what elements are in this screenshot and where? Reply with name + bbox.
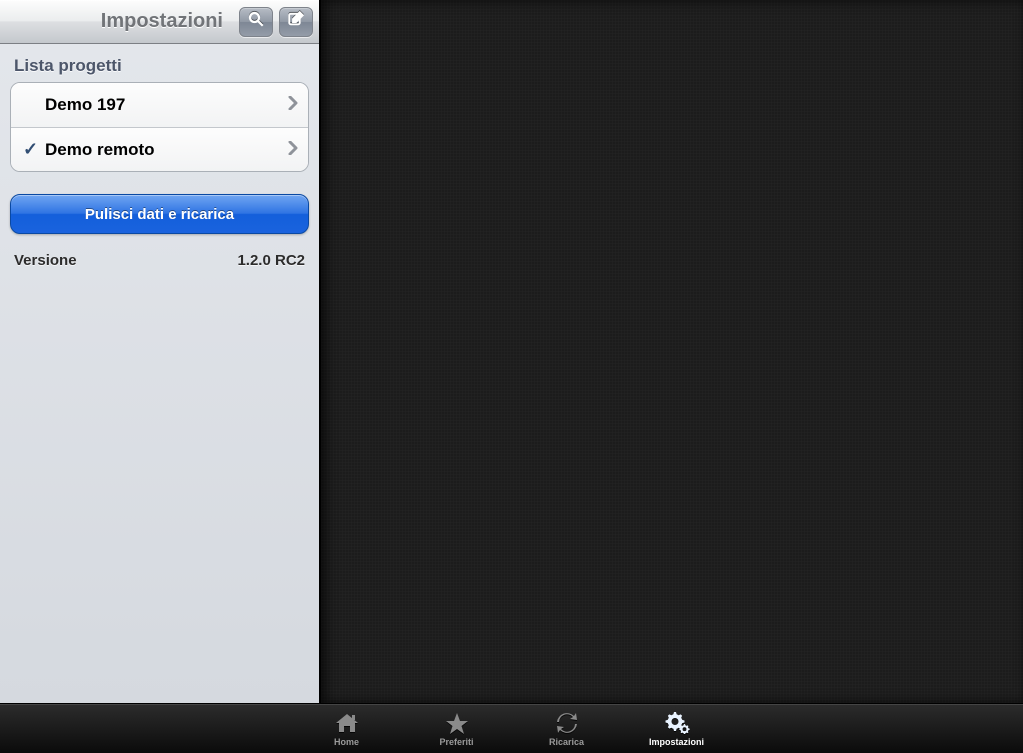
home-icon [334,711,360,735]
tab-favorites[interactable]: Preferiti [402,704,512,753]
gear-icon [663,711,691,735]
project-row-demo-remoto[interactable]: ✓ Demo remoto [11,127,308,171]
section-header-projects: Lista progetti [0,44,319,82]
tab-favorites-label: Preferiti [439,737,473,747]
detail-pane [320,0,1023,703]
project-row-label: Demo 197 [45,95,288,115]
navbar: Impostazioni [0,0,319,44]
project-list: Demo 197 ✓ Demo remoto [10,82,309,172]
refresh-icon [555,711,579,735]
tab-settings[interactable]: Impostazioni [622,704,732,753]
tabbar: Home Preferiti Ricarica [0,703,1023,753]
tab-reload[interactable]: Ricarica [512,704,622,753]
star-icon [444,711,470,735]
version-value: 1.2.0 RC2 [237,252,305,269]
project-row-demo197[interactable]: Demo 197 [11,83,308,127]
split-view: Impostazioni [0,0,1023,703]
tab-home[interactable]: Home [292,704,402,753]
checkmark-icon: ✓ [23,139,45,160]
chevron-right-icon [288,95,298,115]
tab-settings-label: Impostazioni [649,737,704,747]
search-button[interactable] [239,7,273,37]
tab-reload-label: Ricarica [549,737,584,747]
clear-reload-button-label: Pulisci dati e ricarica [85,206,234,223]
search-icon [247,10,265,33]
compose-icon [287,10,305,33]
page-title: Impostazioni [6,10,233,33]
version-row: Versione 1.2.0 RC2 [0,246,319,275]
app-root: Impostazioni [0,0,1023,753]
chevron-right-icon [288,140,298,160]
tab-home-label: Home [334,737,359,747]
master-sidebar: Impostazioni [0,0,320,703]
project-row-label: Demo remoto [45,140,288,160]
clear-reload-button[interactable]: Pulisci dati e ricarica [10,194,309,234]
compose-button[interactable] [279,7,313,37]
version-label: Versione [14,252,77,269]
